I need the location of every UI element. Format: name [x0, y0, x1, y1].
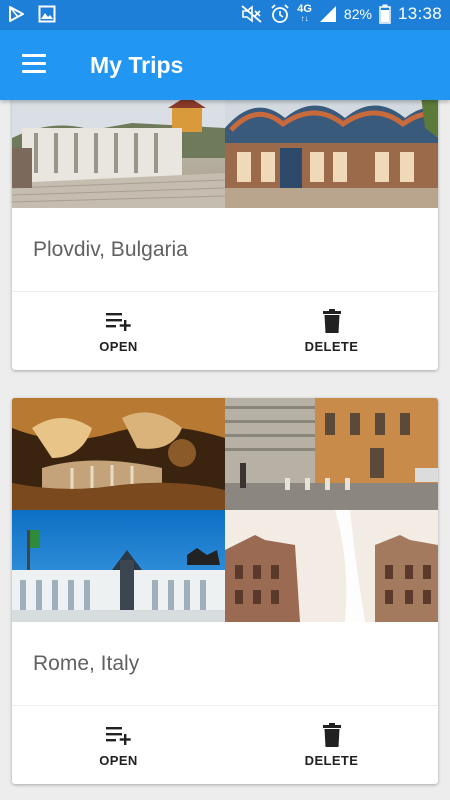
delete-label: DELETE [304, 753, 359, 768]
trip-card[interactable]: Plovdiv, Bulgaria OPEN DELETE [12, 100, 438, 370]
open-label: OPEN [99, 753, 138, 768]
trip-photo[interactable] [12, 398, 225, 510]
status-bar-left [8, 5, 56, 23]
trip-title: Plovdiv, Bulgaria [12, 208, 438, 292]
image-icon [38, 5, 56, 23]
rome-piazza-photo [225, 510, 438, 622]
trip-photo[interactable] [12, 510, 225, 622]
trip-photo[interactable] [12, 100, 225, 208]
trip-actions: OPEN DELETE [12, 706, 438, 784]
alarm-icon [271, 4, 289, 23]
trip-photo[interactable] [225, 510, 438, 622]
open-trip-button[interactable]: OPEN [12, 706, 225, 784]
battery-percent: 82% [343, 6, 372, 22]
app-title: My Trips [90, 52, 184, 78]
revival-house-photo [225, 100, 438, 208]
trash-icon [322, 722, 341, 748]
delete-trip-button[interactable]: DELETE [225, 706, 438, 784]
trip-actions: OPEN DELETE [12, 292, 438, 370]
status-bar-right: 4G ↑↓ 82% 13:38 [241, 4, 442, 24]
signal-icon [319, 6, 336, 22]
status-bar: 4G ↑↓ 82% 13:38 [0, 0, 450, 30]
rome-street-photo [225, 398, 438, 510]
open-trip-button[interactable]: OPEN [12, 292, 225, 370]
clock: 13:38 [397, 4, 442, 23]
playlist-add-icon [105, 308, 132, 334]
network-indicator: 4G ↑↓ [297, 3, 312, 24]
menu-button[interactable] [22, 54, 48, 74]
trips-list[interactable]: Plovdiv, Bulgaria OPEN DELETE Rome, Ital… [0, 100, 450, 800]
trip-title: Rome, Italy [12, 622, 438, 706]
vittoriano-photo [12, 510, 225, 622]
open-label: OPEN [99, 339, 138, 354]
trip-card[interactable]: Rome, Italy OPEN DELETE [12, 398, 438, 784]
battery-icon [379, 4, 391, 24]
play-store-icon [9, 6, 24, 22]
ancient-theatre-photo [12, 100, 225, 208]
trip-photo-grid[interactable] [12, 398, 438, 622]
mute-icon [241, 5, 262, 23]
trip-photo[interactable] [225, 398, 438, 510]
trip-photo-grid[interactable] [12, 100, 438, 208]
trevi-fountain-photo [12, 398, 225, 510]
app-bar: My Trips [0, 30, 450, 100]
trip-photo[interactable] [225, 100, 438, 208]
trash-icon [322, 308, 341, 334]
delete-trip-button[interactable]: DELETE [225, 292, 438, 370]
playlist-add-icon [105, 722, 132, 748]
delete-label: DELETE [304, 339, 359, 354]
